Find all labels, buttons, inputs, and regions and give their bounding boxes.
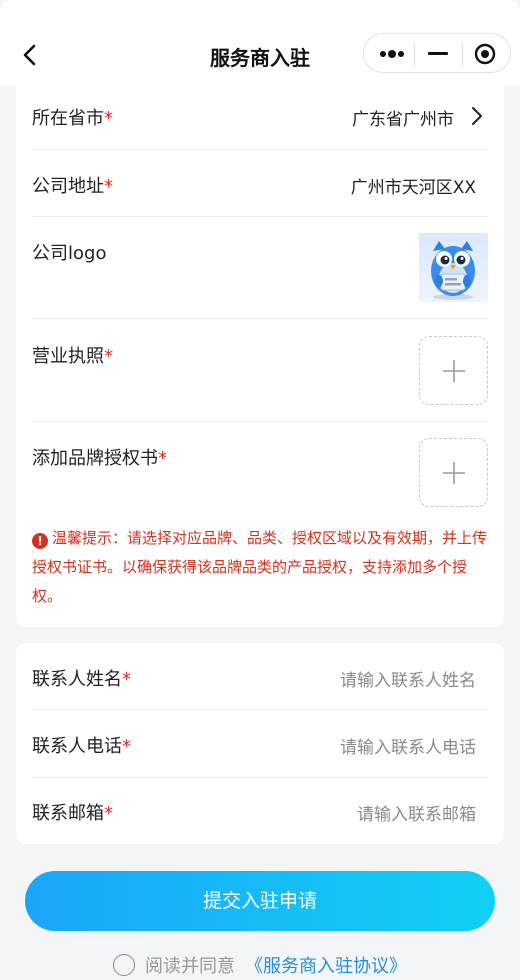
required-mark: * [158,448,167,469]
contact-phone-label-text: 联系人电话 [32,736,122,757]
license-row: 营业执照* [32,319,488,422]
address-row[interactable]: 公司地址* 广州市天河区XX [32,150,488,217]
required-mark: * [104,803,113,824]
company-logo-image[interactable] [419,233,488,302]
mini-program-capsule [363,33,511,73]
contact-name-row[interactable]: 联系人姓名* 请输入联系人姓名 [32,643,488,710]
capsule-divider [462,42,463,66]
province-value: 广东省广州市 [352,110,454,130]
license-upload-button[interactable] [419,336,488,405]
brand-auth-label: 添加品牌授权书* [32,444,167,470]
brand-auth-row: 添加品牌授权书* [32,422,488,522]
province-label: 所在省市* [32,104,113,130]
plus-icon [443,360,465,382]
contact-phone-row[interactable]: 联系人电话* 请输入联系人电话 [32,710,488,778]
warning-icon: ! [32,533,48,549]
province-label-text: 所在省市 [32,108,104,129]
contact-name-label-text: 联系人姓名 [32,669,122,690]
agree-radio-icon[interactable] [113,954,135,976]
contact-email-row[interactable]: 联系邮箱* 请输入联系邮箱 [32,778,488,844]
minimize-icon[interactable] [428,52,448,55]
required-mark: * [122,736,131,757]
license-label: 营业执照* [32,342,113,368]
contact-name-label: 联系人姓名* [32,665,131,691]
agreement: 阅读并同意 《服务商入驻协议》 [0,952,520,978]
brand-auth-upload-button[interactable] [419,438,488,507]
agreement-text: 阅读并同意 [145,956,235,977]
warm-tip-text: 温馨提示：请选择对应品牌、品类、授权区域以及有效期，并上传授权书证书。以确保获得… [32,529,488,605]
brand-auth-label-text: 添加品牌授权书 [32,448,158,469]
logo-row: 公司logo [32,217,488,319]
required-mark: * [104,346,113,367]
address-label-text: 公司地址 [32,176,104,197]
nav-bar: 服务商入驻 [0,0,520,86]
required-mark: * [104,108,113,129]
contact-email-input[interactable]: 请输入联系邮箱 [357,800,476,825]
capsule-divider [414,42,415,66]
company-info-card: 所在省市* 广东省广州市 公司地址* 广州市天河区XX 公司logo 营业执照*… [16,84,504,627]
required-mark: * [122,669,131,690]
contact-phone-label: 联系人电话* [32,732,131,758]
close-circle-icon[interactable] [474,43,496,65]
address-label: 公司地址* [32,172,113,198]
owl-mascot-icon [431,241,475,300]
contact-email-label: 联系邮箱* [32,799,113,825]
warm-tip: ! 温馨提示：请选择对应品牌、品类、授权区域以及有效期，并上传授权书证书。以确保获… [32,524,488,611]
chevron-right-icon [472,107,482,125]
license-label-text: 营业执照 [32,346,104,367]
plus-icon [443,462,465,484]
contact-email-label-text: 联系邮箱 [32,803,104,824]
agreement-link[interactable]: 《服务商入驻协议》 [245,956,407,977]
address-input[interactable]: 广州市天河区XX [351,173,476,198]
contact-name-input[interactable]: 请输入联系人姓名 [340,666,476,691]
more-dots-icon[interactable] [378,46,408,62]
contact-info-card: 联系人姓名* 请输入联系人姓名 联系人电话* 请输入联系人电话 联系邮箱* 请输… [16,643,504,844]
logo-label: 公司logo [32,243,107,264]
required-mark: * [104,176,113,197]
submit-button[interactable]: 提交入驻申请 [25,871,495,931]
province-row[interactable]: 所在省市* 广东省广州市 [32,84,488,150]
contact-phone-input[interactable]: 请输入联系人电话 [340,733,476,758]
